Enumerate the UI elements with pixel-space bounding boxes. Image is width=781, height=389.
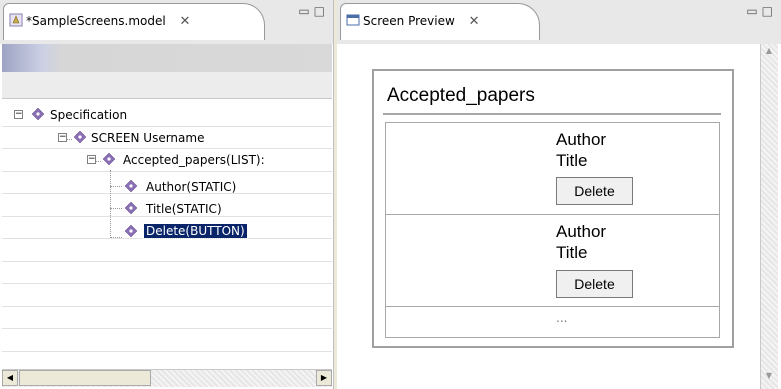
tree-node-label: Author(STATIC) [146, 180, 237, 194]
screen-title: Accepted_papers [387, 85, 535, 106]
scrollbar-thumb[interactable] [19, 370, 151, 386]
tree-node-title[interactable]: Title(STATIC) [146, 200, 222, 218]
tab-screen-preview[interactable]: Screen Preview ✕ [340, 3, 540, 40]
scroll-left-icon[interactable]: ◀ [2, 370, 18, 386]
list-item: Author Title Delete [385, 214, 720, 307]
preview-tabbar: Screen Preview ✕ ▭□ [337, 0, 781, 44]
tree-node-delete-selected[interactable]: Delete(BUTTON) [143, 222, 248, 240]
list-item: Author Title Delete [385, 122, 720, 215]
author-text: Author [556, 130, 607, 149]
tree-column-header [2, 79, 332, 99]
scroll-down-icon[interactable]: ▼ [761, 369, 777, 385]
scroll-up-icon[interactable]: ▲ [761, 44, 777, 60]
tab-samplescreens-model[interactable]: *SampleScreens.model ✕ [3, 3, 265, 40]
horizontal-scrollbar[interactable]: ◀ ▶ [2, 369, 332, 387]
window-icon [346, 14, 360, 26]
tree-node-accepted-papers[interactable]: Accepted_papers(LIST): [123, 151, 265, 169]
model-file-icon [9, 13, 23, 27]
delete-button[interactable]: Delete [556, 270, 633, 298]
view-window-controls: ▭□ [746, 4, 777, 18]
tree-node-label: Title(STATIC) [146, 202, 222, 216]
model-editor-panel: *SampleScreens.model ✕ ▭□ − Specificatio… [0, 0, 334, 389]
diamond-node-icon [31, 107, 45, 121]
tree-node-label: SCREEN Username [91, 131, 205, 145]
maximize-icon[interactable]: □ [762, 4, 777, 18]
tab-label: *SampleScreens.model [26, 14, 166, 28]
tree-node-author[interactable]: Author(STATIC) [146, 178, 236, 196]
list-item-more: ... [385, 306, 720, 338]
diamond-node-icon [124, 224, 138, 238]
minimize-icon[interactable]: ▭ [746, 4, 761, 18]
delete-button[interactable]: Delete [556, 177, 633, 205]
tree-node-label: Delete(BUTTON) [143, 223, 248, 239]
vertical-scrollbar[interactable]: ▲ ▼ [760, 44, 778, 389]
tree-node-label: Specification [50, 108, 128, 122]
title-text: Title [556, 151, 588, 170]
screen-preview-panel: Screen Preview ✕ ▭□ Accepted_papers Auth… [337, 0, 781, 389]
view-window-controls: ▭□ [298, 4, 329, 18]
preview-canvas: Accepted_papers Author Title Delete Auth… [339, 44, 759, 389]
close-tab-icon[interactable]: ✕ [180, 14, 191, 29]
title-text: Title [556, 243, 588, 262]
tree-node-label: Accepted_papers(LIST): [123, 153, 265, 167]
tree-expander[interactable]: − [87, 155, 96, 164]
tree-node-specification[interactable]: Specification [50, 106, 127, 124]
close-tab-icon[interactable]: ✕ [469, 14, 480, 29]
tree-expander[interactable]: − [58, 133, 67, 142]
minimize-icon[interactable]: ▭ [298, 4, 313, 18]
diamond-node-icon [124, 179, 138, 193]
diamond-node-icon [73, 130, 87, 144]
tab-label: Screen Preview [363, 14, 455, 28]
tree-expander[interactable]: − [14, 110, 23, 119]
tree-node-screen-username[interactable]: SCREEN Username [91, 129, 204, 147]
tree-toolbar [2, 44, 332, 72]
diamond-node-icon [124, 201, 138, 215]
title-underline [383, 113, 721, 115]
scroll-right-icon[interactable]: ▶ [316, 370, 332, 386]
preview-screen: Accepted_papers Author Title Delete Auth… [372, 69, 734, 348]
author-text: Author [556, 222, 607, 241]
diamond-node-icon [102, 152, 116, 166]
maximize-icon[interactable]: □ [314, 4, 329, 18]
model-tabbar: *SampleScreens.model ✕ ▭□ [0, 0, 333, 44]
more-ellipsis: ... [556, 311, 568, 325]
